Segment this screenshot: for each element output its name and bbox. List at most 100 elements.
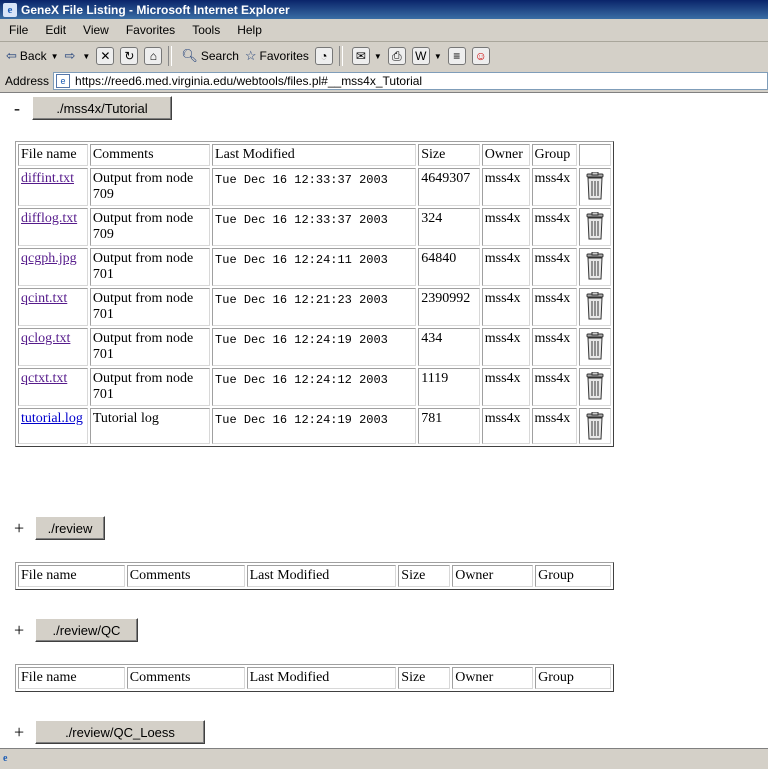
menu-file[interactable]: File	[0, 23, 36, 37]
group-cell: mss4x	[531, 248, 578, 286]
media-button[interactable]: ◔	[314, 45, 333, 67]
modified-cell: Tue Dec 16 12:33:37 2003	[212, 168, 417, 206]
table-header-row: File name Comments Last Modified Size Ow…	[18, 667, 611, 689]
mail-dropdown-icon[interactable]: ▼	[374, 52, 382, 61]
edit-dropdown-icon[interactable]: ▼	[434, 52, 442, 61]
file-name-cell: difflog.txt	[18, 208, 88, 246]
file-table-review-qc: File name Comments Last Modified Size Ow…	[15, 664, 614, 692]
folder-button-tutorial[interactable]: ./mss4x/Tutorial	[32, 96, 172, 120]
section-header-tutorial: - ./mss4x/Tutorial	[14, 96, 172, 120]
file-name-cell: qclog.txt	[18, 328, 88, 366]
edit-button[interactable]: W ▼	[411, 45, 442, 67]
forward-arrow-icon: ⇨	[64, 48, 76, 63]
collapse-toggle[interactable]: -	[14, 98, 32, 119]
edit-icon: W	[411, 47, 430, 65]
section-header-review: + ./review	[14, 516, 105, 540]
col-header-delete	[579, 144, 611, 166]
trash-can-icon[interactable]	[584, 292, 606, 320]
home-icon: ⌂	[144, 47, 163, 65]
group-cell: mss4x	[531, 368, 578, 406]
menu-help[interactable]: Help	[228, 23, 270, 37]
delete-cell	[579, 408, 611, 444]
stop-button[interactable]: ✕	[96, 45, 115, 67]
trash-can-icon[interactable]	[584, 252, 606, 280]
size-cell: 324	[418, 208, 480, 246]
search-label: Search	[200, 49, 239, 63]
delete-cell	[579, 248, 611, 286]
size-cell: 434	[418, 328, 480, 366]
file-link[interactable]: qclog.txt	[21, 331, 70, 346]
table-row: qcgph.jpg Output from node 701 Tue Dec 1…	[18, 248, 611, 286]
col-header-owner: Owner	[481, 144, 530, 166]
favorites-button[interactable]: ☆ Favorites	[245, 45, 309, 67]
col-header-comments: Comments	[126, 565, 245, 587]
forward-button[interactable]: ⇨ ▼	[65, 45, 91, 67]
table-header-row: File name Comments Last Modified Size Ow…	[18, 144, 611, 166]
col-header-last-modified: Last Modified	[212, 144, 417, 166]
delete-cell	[579, 288, 611, 326]
menu-view[interactable]: View	[74, 23, 117, 37]
expand-toggle[interactable]: +	[14, 620, 32, 641]
trash-can-icon[interactable]	[584, 172, 606, 200]
trash-can-icon[interactable]	[584, 372, 606, 400]
owner-cell: mss4x	[481, 208, 530, 246]
comment-cell: Output from node 709	[89, 208, 211, 246]
trash-can-icon[interactable]	[584, 412, 606, 440]
back-label: Back	[19, 49, 47, 63]
home-button[interactable]: ⌂	[144, 45, 163, 67]
mail-button[interactable]: ✉ ▼	[351, 45, 382, 67]
file-link[interactable]: qcint.txt	[21, 291, 67, 306]
status-bar: e	[0, 748, 768, 769]
refresh-icon: ↻	[120, 47, 139, 65]
expand-toggle[interactable]: +	[14, 518, 32, 539]
table-header-row: File name Comments Last Modified Size Ow…	[18, 565, 611, 587]
folder-button-review-qc[interactable]: ./review/QC	[35, 618, 138, 642]
address-input[interactable]: e https://reed6.med.virginia.edu/webtool…	[53, 72, 768, 90]
toolbar-separator	[338, 46, 343, 66]
file-name-cell: qcint.txt	[18, 288, 88, 326]
col-header-group: Group	[535, 565, 611, 587]
page-content: - ./mss4x/Tutorial File name Comments La…	[0, 93, 768, 748]
file-link[interactable]: qcgph.jpg	[21, 251, 77, 266]
file-link[interactable]: tutorial.log	[21, 411, 83, 426]
messenger-button[interactable]: ☺	[471, 45, 490, 67]
file-table-tutorial: File name Comments Last Modified Size Ow…	[15, 141, 614, 447]
owner-cell: mss4x	[481, 288, 530, 326]
print-button[interactable]: ⎙	[387, 45, 406, 67]
menu-tools[interactable]: Tools	[183, 23, 228, 37]
group-cell: mss4x	[531, 168, 578, 206]
table-row: qcint.txt Output from node 701 Tue Dec 1…	[18, 288, 611, 326]
discuss-button[interactable]: ≡	[447, 45, 466, 67]
comment-cell: Output from node 709	[89, 168, 211, 206]
file-name-cell: qcgph.jpg	[18, 248, 88, 286]
trash-can-icon[interactable]	[584, 332, 606, 360]
trash-can-icon[interactable]	[584, 212, 606, 240]
address-url[interactable]: https://reed6.med.virginia.edu/webtools/…	[75, 74, 422, 88]
file-link[interactable]: difflog.txt	[21, 211, 77, 226]
col-header-owner: Owner	[452, 565, 534, 587]
messenger-icon: ☺	[471, 47, 490, 65]
file-table-review: File name Comments Last Modified Size Ow…	[15, 562, 614, 590]
expand-toggle[interactable]: +	[14, 722, 32, 743]
modified-cell: Tue Dec 16 12:33:37 2003	[212, 208, 417, 246]
col-header-file-name: File name	[18, 565, 125, 587]
forward-dropdown-icon[interactable]: ▼	[82, 52, 90, 61]
menu-edit[interactable]: Edit	[36, 23, 74, 37]
back-dropdown-icon[interactable]: ▼	[51, 52, 59, 61]
file-link[interactable]: qctxt.txt	[21, 371, 67, 386]
file-link[interactable]: diffint.txt	[21, 171, 74, 186]
back-button[interactable]: ⇦ Back ▼	[6, 45, 59, 67]
col-header-comments: Comments	[89, 144, 211, 166]
modified-cell: Tue Dec 16 12:24:19 2003	[212, 328, 417, 366]
delete-cell	[579, 328, 611, 366]
search-button[interactable]: 🔍︎ Search	[181, 45, 239, 67]
folder-button-review-qc-loess[interactable]: ./review/QC_Loess	[35, 720, 205, 744]
folder-button-review[interactable]: ./review	[35, 516, 105, 540]
back-arrow-icon: ⇦	[6, 48, 17, 63]
refresh-button[interactable]: ↻	[120, 45, 139, 67]
menu-favorites[interactable]: Favorites	[117, 23, 183, 37]
col-header-comments: Comments	[126, 667, 245, 689]
delete-cell	[579, 368, 611, 406]
col-header-owner: Owner	[452, 667, 534, 689]
owner-cell: mss4x	[481, 368, 530, 406]
